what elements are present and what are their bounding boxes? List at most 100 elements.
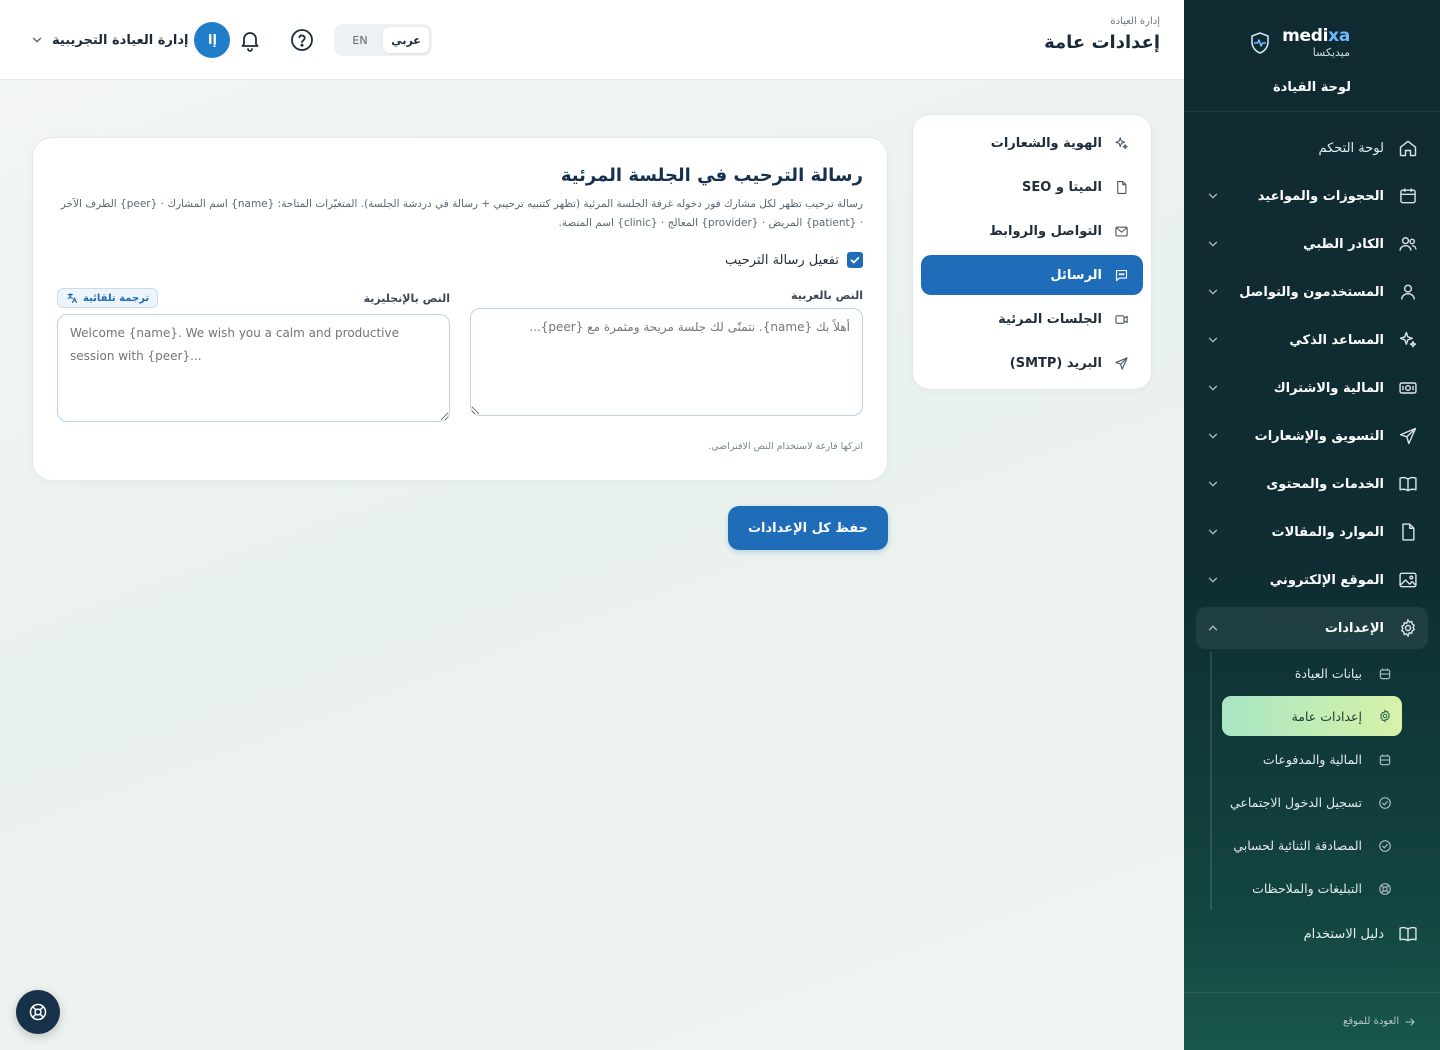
check-circle-icon bbox=[1378, 839, 1392, 853]
tab-label: الهوية والشعارات bbox=[990, 135, 1102, 151]
sidebar-item-label: المساعد الذكي bbox=[1289, 332, 1384, 348]
section-title: رسالة الترحيب في الجلسة المرئية bbox=[560, 165, 863, 186]
send-icon bbox=[1398, 426, 1418, 446]
empty-hint: اتركها فارغة لاستخدام النص الافتراضي. bbox=[708, 441, 863, 452]
bell-icon[interactable] bbox=[238, 28, 262, 52]
tab-video-sessions[interactable]: الجلسات المرئية bbox=[921, 299, 1143, 339]
subnav-label: بيانات العيادة bbox=[1294, 666, 1362, 681]
tab-messages[interactable]: الرسائل bbox=[921, 255, 1143, 295]
file-icon bbox=[1398, 522, 1418, 542]
logo[interactable]: medixa ميديكسا bbox=[1248, 28, 1350, 58]
wallet-icon bbox=[1378, 753, 1392, 767]
brand-area: medixa ميديكسا لوحة القيادة bbox=[1184, 0, 1440, 112]
chevron-down-icon bbox=[1206, 573, 1220, 587]
gear-icon bbox=[1398, 618, 1418, 638]
language-toggle: EN عربي bbox=[334, 24, 432, 56]
sidebar: medixa ميديكسا لوحة القيادة لوحة التحكم … bbox=[1184, 0, 1440, 1050]
arabic-text-input[interactable] bbox=[470, 308, 863, 416]
subnav-reports-feedback[interactable]: التبليغات والملاحظات bbox=[1222, 867, 1402, 910]
subnav-finance-payments[interactable]: المالية والمدفوعات bbox=[1222, 738, 1402, 781]
sidebar-item-marketing[interactable]: التسويق والإشعارات bbox=[1196, 412, 1428, 460]
chevron-down-icon bbox=[1206, 189, 1220, 203]
subnav-general-settings[interactable]: إعدادات عامة bbox=[1222, 696, 1402, 736]
sidebar-item-bookings[interactable]: الحجوزات والمواعيد bbox=[1196, 172, 1428, 220]
sidebar-item-dashboard[interactable]: لوحة التحكم bbox=[1196, 124, 1428, 172]
chevron-down-icon bbox=[1206, 285, 1220, 299]
lifebuoy-icon bbox=[29, 1003, 47, 1021]
chevron-down-icon bbox=[1206, 333, 1220, 347]
breadcrumb: إدارة العيادة bbox=[1110, 16, 1160, 27]
settings-subnav: بيانات العيادة إعدادات عامة المالية والم… bbox=[1210, 652, 1402, 910]
chevron-down-icon bbox=[30, 33, 44, 47]
back-to-site-link[interactable]: العودة للموقع bbox=[1184, 992, 1440, 1050]
subnav-clinic-info[interactable]: بيانات العيادة bbox=[1222, 652, 1402, 695]
chat-icon bbox=[1114, 268, 1129, 283]
tab-label: الجلسات المرئية bbox=[998, 311, 1102, 327]
save-all-settings-button[interactable]: حفظ كل الإعدادات bbox=[728, 506, 888, 550]
sidebar-item-label: دليل الاستخدام bbox=[1303, 926, 1384, 942]
lang-en-button[interactable]: EN bbox=[337, 27, 383, 53]
sidebar-item-label: المالية والاشتراك bbox=[1273, 380, 1384, 396]
sidebar-item-settings[interactable]: الإعدادات bbox=[1196, 607, 1428, 649]
lang-ar-button[interactable]: عربي bbox=[383, 27, 429, 53]
tab-contact-links[interactable]: التواصل والروابط bbox=[921, 211, 1143, 251]
help-icon[interactable] bbox=[290, 28, 314, 52]
tab-smtp[interactable]: البريد (SMTP) bbox=[921, 343, 1143, 383]
chevron-down-icon bbox=[1206, 429, 1220, 443]
user-menu[interactable]: إدارة العيادة التجريبية إا bbox=[30, 22, 231, 58]
welcome-message-card: رسالة الترحيب في الجلسة المرئية رسالة تر… bbox=[32, 137, 888, 481]
sidebar-nav: لوحة التحكم الحجوزات والمواعيد الكادر ال… bbox=[1196, 124, 1428, 649]
check-circle-icon bbox=[1378, 796, 1392, 810]
sidebar-item-website[interactable]: الموقع الإلكتروني bbox=[1196, 556, 1428, 604]
chevron-down-icon bbox=[1206, 525, 1220, 539]
subnav-two-factor[interactable]: المصادقة الثنائية لحسابي bbox=[1222, 824, 1402, 867]
sidebar-item-label: الحجوزات والمواعيد bbox=[1257, 188, 1384, 204]
sidebar-item-label: الخدمات والمحتوى bbox=[1266, 476, 1384, 492]
money-icon bbox=[1398, 378, 1418, 398]
subnav-label: المصادقة الثنائية لحسابي bbox=[1233, 838, 1362, 853]
settings-tabs: الهوية والشعارات الميتا و SEO التواصل وا… bbox=[912, 114, 1152, 390]
image-icon bbox=[1398, 570, 1418, 590]
chevron-down-icon bbox=[1206, 381, 1220, 395]
tab-label: الرسائل bbox=[1050, 267, 1102, 283]
shield-logo-icon bbox=[1251, 32, 1269, 54]
calendar-icon bbox=[1398, 186, 1418, 206]
sidebar-item-user-guide[interactable]: دليل الاستخدام bbox=[1196, 910, 1428, 958]
enable-welcome-toggle[interactable]: تفعيل رسالة الترحيب bbox=[725, 252, 863, 268]
subnav-label: تسجيل الدخول الاجتماعي bbox=[1229, 795, 1362, 810]
user-icon bbox=[1398, 282, 1418, 302]
chevron-down-icon bbox=[1206, 477, 1220, 491]
sidebar-item-label: الموارد والمقالات bbox=[1271, 524, 1384, 540]
subnav-label: التبليغات والملاحظات bbox=[1252, 881, 1362, 896]
sidebar-item-users[interactable]: المستخدمون والتواصل bbox=[1196, 268, 1428, 316]
sidebar-item-label: الموقع الإلكتروني bbox=[1269, 572, 1384, 588]
support-button[interactable] bbox=[16, 990, 60, 1034]
sidebar-item-resources[interactable]: الموارد والمقالات bbox=[1196, 508, 1428, 556]
gear-icon bbox=[1378, 709, 1392, 723]
sidebar-item-finance[interactable]: المالية والاشتراك bbox=[1196, 364, 1428, 412]
video-icon bbox=[1114, 312, 1129, 327]
tab-branding[interactable]: الهوية والشعارات bbox=[921, 123, 1143, 163]
sparkles-icon bbox=[1398, 330, 1418, 350]
sidebar-item-services[interactable]: الخدمات والمحتوى bbox=[1196, 460, 1428, 508]
brand-name-ar: ميديكسا bbox=[1312, 46, 1350, 59]
english-text-label: النص بالإنجليزية bbox=[363, 292, 450, 305]
english-text-input[interactable] bbox=[57, 314, 450, 422]
sidebar-item-medical-staff[interactable]: الكادر الطبي bbox=[1196, 220, 1428, 268]
sidebar-item-label: المستخدمون والتواصل bbox=[1239, 284, 1384, 300]
sidebar-item-ai-assistant[interactable]: المساعد الذكي bbox=[1196, 316, 1428, 364]
tab-label: الميتا و SEO bbox=[1022, 179, 1102, 195]
home-icon bbox=[1398, 138, 1418, 158]
mail-icon bbox=[1114, 224, 1129, 239]
sidebar-item-label: الكادر الطبي bbox=[1303, 236, 1384, 252]
tab-meta-seo[interactable]: الميتا و SEO bbox=[921, 167, 1143, 207]
file-icon bbox=[1114, 180, 1129, 195]
subnav-label: إعدادات عامة bbox=[1291, 708, 1362, 724]
chevron-up-icon bbox=[1206, 621, 1220, 635]
tab-label: البريد (SMTP) bbox=[1009, 355, 1102, 371]
enable-label: تفعيل رسالة الترحيب bbox=[725, 252, 839, 268]
subnav-social-login[interactable]: تسجيل الدخول الاجتماعي bbox=[1222, 781, 1402, 824]
auto-translate-button[interactable]: ترجمة تلقائية bbox=[57, 288, 159, 308]
enable-checkbox[interactable] bbox=[847, 252, 863, 268]
users-icon bbox=[1398, 234, 1418, 254]
